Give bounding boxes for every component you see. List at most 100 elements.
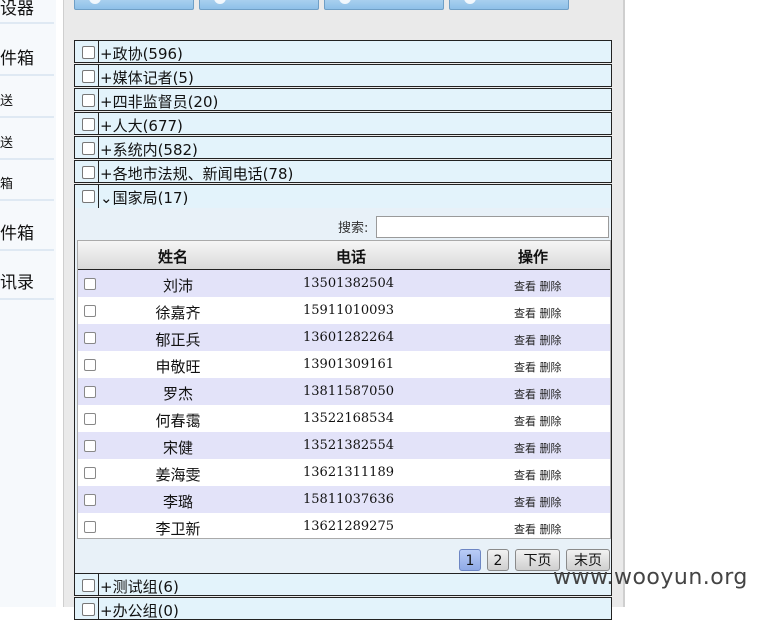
group-row[interactable]: +媒体记者(5) [74, 64, 612, 87]
delete-link[interactable]: 删除 [540, 442, 562, 455]
group-label[interactable]: +系统内(582) [100, 139, 198, 160]
nav-item-sent[interactable]: 送 [0, 90, 54, 118]
group-row[interactable]: +系统内(582) [74, 136, 612, 159]
group-checkbox[interactable] [82, 142, 95, 155]
expanded-group-content: 搜索: 姓名 电话 操作 刘沛 13501382504 查看 删除 徐嘉齐 15… [74, 208, 612, 573]
view-link[interactable]: 查看 [514, 361, 536, 374]
column-header-name: 姓名 [158, 248, 189, 266]
contact-phone: 13601282264 [303, 330, 394, 345]
group-label[interactable]: +四非监督员(20) [100, 91, 218, 112]
nav-label: 件箱 [0, 224, 34, 244]
group-label[interactable]: +各地市法规、新闻电话(78) [100, 163, 293, 184]
search-input[interactable] [376, 216, 609, 238]
contact-name: 李卫新 [155, 520, 201, 538]
group-checkbox[interactable] [82, 118, 95, 131]
toolbar-button-3[interactable] [324, 0, 444, 10]
contacts-table: 姓名 电话 操作 刘沛 13501382504 查看 删除 徐嘉齐 159110… [77, 240, 611, 539]
toolbar-button-2[interactable] [199, 0, 319, 10]
contact-phone: 13521382554 [303, 438, 394, 453]
column-header-phone: 电话 [336, 248, 367, 266]
page-1-button[interactable]: 1 [459, 549, 481, 571]
contact-phone: 13621311189 [303, 465, 394, 480]
delete-link[interactable]: 删除 [540, 361, 562, 374]
contact-name: 申敬旺 [155, 358, 201, 376]
button-icon [464, 0, 476, 4]
group-row[interactable]: +人大(677) [74, 112, 612, 135]
group-checkbox[interactable] [82, 190, 95, 203]
view-link[interactable]: 查看 [514, 496, 536, 509]
group-label[interactable]: +办公组(0) [100, 600, 179, 621]
nav-item-mailbox[interactable]: 件箱 [0, 44, 54, 76]
contact-phone: 13811587050 [303, 384, 394, 399]
group-label[interactable]: ⌄国家局(17) [100, 187, 188, 208]
table-row: 徐嘉齐 15911010093 查看 删除 [78, 297, 610, 324]
table-row: 宋健 13521382554 查看 删除 [78, 432, 610, 459]
row-checkbox[interactable] [84, 305, 96, 317]
delete-link[interactable]: 删除 [540, 280, 562, 293]
nav-item-box[interactable]: 箱 [0, 173, 54, 201]
view-link[interactable]: 查看 [514, 469, 536, 482]
contact-name: 李璐 [162, 493, 193, 511]
group-row[interactable]: +各地市法规、新闻电话(78) [74, 160, 612, 183]
group-row-expanded[interactable]: ⌄国家局(17) [74, 184, 612, 209]
button-icon [89, 0, 101, 4]
delete-link[interactable]: 删除 [540, 334, 562, 347]
view-link[interactable]: 查看 [514, 280, 536, 293]
contact-phone: 15811037636 [303, 492, 394, 507]
group-checkbox[interactable] [82, 94, 95, 107]
table-row: 罗杰 13811587050 查看 删除 [78, 378, 610, 405]
view-link[interactable]: 查看 [514, 523, 536, 536]
view-link[interactable]: 查看 [514, 334, 536, 347]
contact-name: 罗杰 [162, 385, 193, 403]
table-header: 姓名 电话 操作 [78, 241, 610, 270]
view-link[interactable]: 查看 [514, 388, 536, 401]
toolbar-button-4[interactable] [449, 0, 569, 10]
row-checkbox[interactable] [84, 332, 96, 344]
nav-item-contacts[interactable]: 讯录 [0, 268, 54, 300]
nav-item-send[interactable]: 送 [0, 132, 54, 160]
row-checkbox[interactable] [84, 467, 96, 479]
group-row[interactable]: +办公组(0) [74, 597, 612, 620]
group-checkbox[interactable] [82, 166, 95, 179]
toolbar-button-1[interactable] [74, 0, 194, 10]
view-link[interactable]: 查看 [514, 442, 536, 455]
nav-label: 设器 [0, 0, 34, 19]
group-row[interactable]: +政协(596) [74, 40, 612, 63]
group-checkbox[interactable] [82, 579, 95, 592]
table-row: 郁正兵 13601282264 查看 删除 [78, 324, 610, 351]
group-label[interactable]: +测试组(6) [100, 576, 179, 597]
view-link[interactable]: 查看 [514, 415, 536, 428]
table-row: 姜海雯 13621311189 查看 删除 [78, 459, 610, 486]
nav-label: 箱 [0, 177, 14, 192]
group-label[interactable]: +媒体记者(5) [100, 67, 194, 88]
page-2-button[interactable]: 2 [487, 549, 509, 571]
nav-item-settings[interactable]: 设器 [0, 0, 54, 24]
group-row[interactable]: +测试组(6) [74, 573, 612, 596]
delete-link[interactable]: 删除 [540, 496, 562, 509]
table-row: 李璐 15811037636 查看 删除 [78, 486, 610, 513]
contact-name: 宋健 [162, 439, 193, 457]
row-checkbox[interactable] [84, 440, 96, 452]
delete-link[interactable]: 删除 [540, 307, 562, 320]
group-row[interactable]: +四非监督员(20) [74, 88, 612, 111]
contact-name: 刘沛 [162, 277, 193, 295]
row-checkbox[interactable] [84, 386, 96, 398]
group-label[interactable]: +人大(677) [100, 115, 183, 136]
group-label[interactable]: +政协(596) [100, 43, 183, 64]
row-checkbox[interactable] [84, 413, 96, 425]
group-checkbox[interactable] [82, 46, 95, 59]
button-icon [339, 0, 351, 4]
group-checkbox[interactable] [82, 70, 95, 83]
delete-link[interactable]: 删除 [540, 469, 562, 482]
nav-item-outbox[interactable]: 件箱 [0, 219, 54, 251]
delete-link[interactable]: 删除 [540, 415, 562, 428]
row-checkbox[interactable] [84, 494, 96, 506]
row-checkbox[interactable] [84, 521, 96, 533]
group-checkbox[interactable] [82, 603, 95, 616]
delete-link[interactable]: 删除 [540, 388, 562, 401]
view-link[interactable]: 查看 [514, 307, 536, 320]
row-checkbox[interactable] [84, 359, 96, 371]
row-checkbox[interactable] [84, 278, 96, 290]
contact-name: 徐嘉齐 [155, 304, 201, 322]
delete-link[interactable]: 删除 [540, 523, 562, 536]
